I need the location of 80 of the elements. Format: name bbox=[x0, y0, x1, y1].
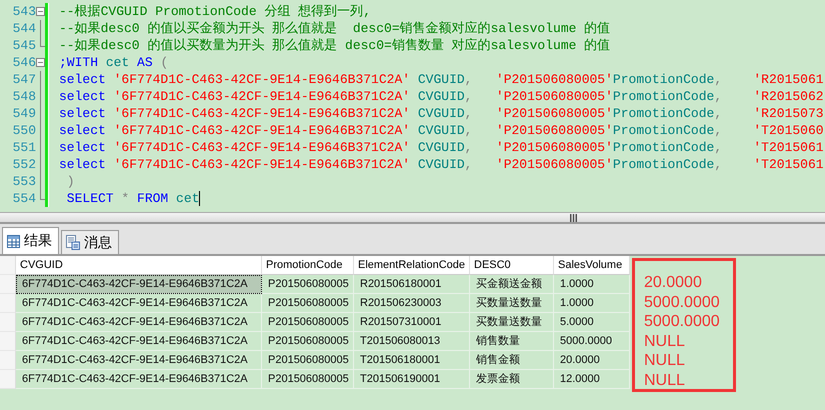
column-header[interactable]: SalesVolume bbox=[554, 256, 630, 275]
table-cell: T201506190001 bbox=[354, 370, 470, 389]
table-cell: 买数量送数量 bbox=[470, 313, 554, 332]
annotation-value: 20.0000 bbox=[644, 273, 703, 292]
row-header[interactable] bbox=[0, 275, 16, 294]
column-header[interactable]: PromotionCode bbox=[262, 256, 354, 275]
result-tab[interactable]: 结果 bbox=[2, 227, 59, 254]
fold-end-mark bbox=[40, 37, 45, 47]
table-cell: 6F774D1C-C463-42CF-9E14-E9646B371C2A bbox=[16, 370, 262, 389]
line-number: 551 bbox=[12, 140, 36, 155]
code-line: select '6F774D1C-C463-42CF-9E14-E9646B371C2A' CVGUID, 'P201506080005'PromotionCode, 'R2015061 bbox=[59, 71, 824, 88]
table-cell: P201506080005 bbox=[262, 351, 354, 370]
annotation-value: NULL bbox=[644, 370, 686, 389]
table-cell: 5000.0000 bbox=[554, 332, 630, 351]
row-header[interactable] bbox=[0, 351, 16, 370]
table-cell: 6F774D1C-C463-42CF-9E14-E9646B371C2A bbox=[16, 294, 262, 313]
annotation-value: NULL bbox=[644, 332, 686, 351]
table-cell: T201506080013 bbox=[354, 332, 470, 351]
line-number: 553 bbox=[12, 174, 36, 189]
table-cell: 1.0000 bbox=[554, 294, 630, 313]
code-line: --根据CVGUID PromotionCode 分组 想得到一列, bbox=[59, 3, 372, 20]
result-tab[interactable]: 消息 bbox=[61, 230, 119, 254]
column-header[interactable]: CVGUID bbox=[16, 256, 262, 275]
column-header[interactable]: ElementRelationCode bbox=[354, 256, 470, 275]
line-number: 548 bbox=[12, 89, 36, 104]
table-cell: 销售数量 bbox=[470, 332, 554, 351]
table-cell: 20.0000 bbox=[554, 351, 630, 370]
column-header[interactable]: DESC0 bbox=[470, 256, 554, 275]
table-cell: P201506080005 bbox=[262, 294, 354, 313]
table-cell: 发票金额 bbox=[470, 370, 554, 389]
code-line: ;WITH cet AS ( bbox=[59, 54, 168, 71]
code-line: ) bbox=[66, 173, 75, 190]
table-cell: T201506180001 bbox=[354, 351, 470, 370]
line-number: 549 bbox=[12, 106, 36, 121]
annotation-value: 5000.0000 bbox=[644, 292, 721, 312]
collapse-icon[interactable] bbox=[36, 58, 45, 67]
table-cell: P201506080005 bbox=[262, 332, 354, 351]
row-header[interactable] bbox=[0, 370, 16, 389]
line-number: 552 bbox=[12, 157, 36, 172]
table-cell: 6F774D1C-C463-42CF-9E14-E9646B371C2A bbox=[16, 313, 262, 332]
table-cell: 买金额送金额 bbox=[470, 275, 554, 294]
annotation-value: NULL bbox=[644, 351, 686, 370]
table-cell: R201506180001 bbox=[354, 275, 470, 294]
table-cell: 6F774D1C-C463-42CF-9E14-E9646B371C2A bbox=[16, 275, 262, 294]
line-number: 545 bbox=[12, 38, 36, 53]
table-cell: 销售金额 bbox=[470, 351, 554, 370]
annotation-value: 5000.0000 bbox=[644, 312, 721, 332]
line-number: 547 bbox=[12, 72, 36, 87]
line-number: 550 bbox=[12, 123, 36, 138]
code-line: SELECT * FROM cet bbox=[66, 190, 200, 207]
table-cell: R201507310001 bbox=[354, 313, 470, 332]
document-icon bbox=[66, 235, 80, 250]
collapse-icon[interactable] bbox=[36, 7, 45, 16]
grip-icon[interactable] bbox=[570, 214, 577, 222]
code-line: select '6F774D1C-C463-42CF-9E14-E9646B371C2A' CVGUID, 'P201506080005'PromotionCode, 'R2015062 bbox=[59, 88, 824, 105]
line-number: 554 bbox=[12, 191, 36, 206]
table-cell: P201506080005 bbox=[262, 313, 354, 332]
line-number: 546 bbox=[12, 55, 36, 70]
code-line: --如果desc0 的值以买数量为开头 那么值就是 desc0=销售数量 对应的salesvolume 的值 bbox=[59, 37, 610, 54]
table-cell: P201506080005 bbox=[262, 275, 354, 294]
table-cell: 6F774D1C-C463-42CF-9E14-E9646B371C2A bbox=[16, 351, 262, 370]
line-number: 544 bbox=[12, 21, 36, 36]
table-cell: 6F774D1C-C463-42CF-9E14-E9646B371C2A bbox=[16, 332, 262, 351]
code-line: select '6F774D1C-C463-42CF-9E14-E9646B371C2A' CVGUID, 'P201506080005'PromotionCode, 'T2015061 bbox=[59, 139, 824, 156]
table-cell: P201506080005 bbox=[262, 370, 354, 389]
row-header[interactable] bbox=[0, 332, 16, 351]
table-cell: 买数量送数量 bbox=[470, 294, 554, 313]
code-line: select '6F774D1C-C463-42CF-9E14-E9646B371C2A' CVGUID, 'P201506080005'PromotionCode, 'T2015060 bbox=[59, 122, 824, 139]
table-cell: 12.0000 bbox=[554, 370, 630, 389]
code-line: select '6F774D1C-C463-42CF-9E14-E9646B371C2A' CVGUID, 'P201506080005'PromotionCode, 'R2015073 bbox=[59, 105, 824, 122]
code-line: --如果desc0 的值以买金额为开头 那么值就是 desc0=销售金额对应的salesvolume 的值 bbox=[59, 20, 610, 37]
table-cell: 1.0000 bbox=[554, 275, 630, 294]
table-cell: R201506230003 bbox=[354, 294, 470, 313]
fold-end-mark bbox=[40, 190, 45, 200]
line-number: 543 bbox=[12, 4, 36, 19]
table-cell: 5.0000 bbox=[554, 313, 630, 332]
row-header[interactable] bbox=[0, 313, 16, 332]
row-header[interactable] bbox=[0, 294, 16, 313]
grid-icon bbox=[7, 234, 20, 248]
code-line: select '6F774D1C-C463-42CF-9E14-E9646B371C2A' CVGUID, 'P201506080005'PromotionCode, 'T2015061 bbox=[59, 156, 824, 173]
